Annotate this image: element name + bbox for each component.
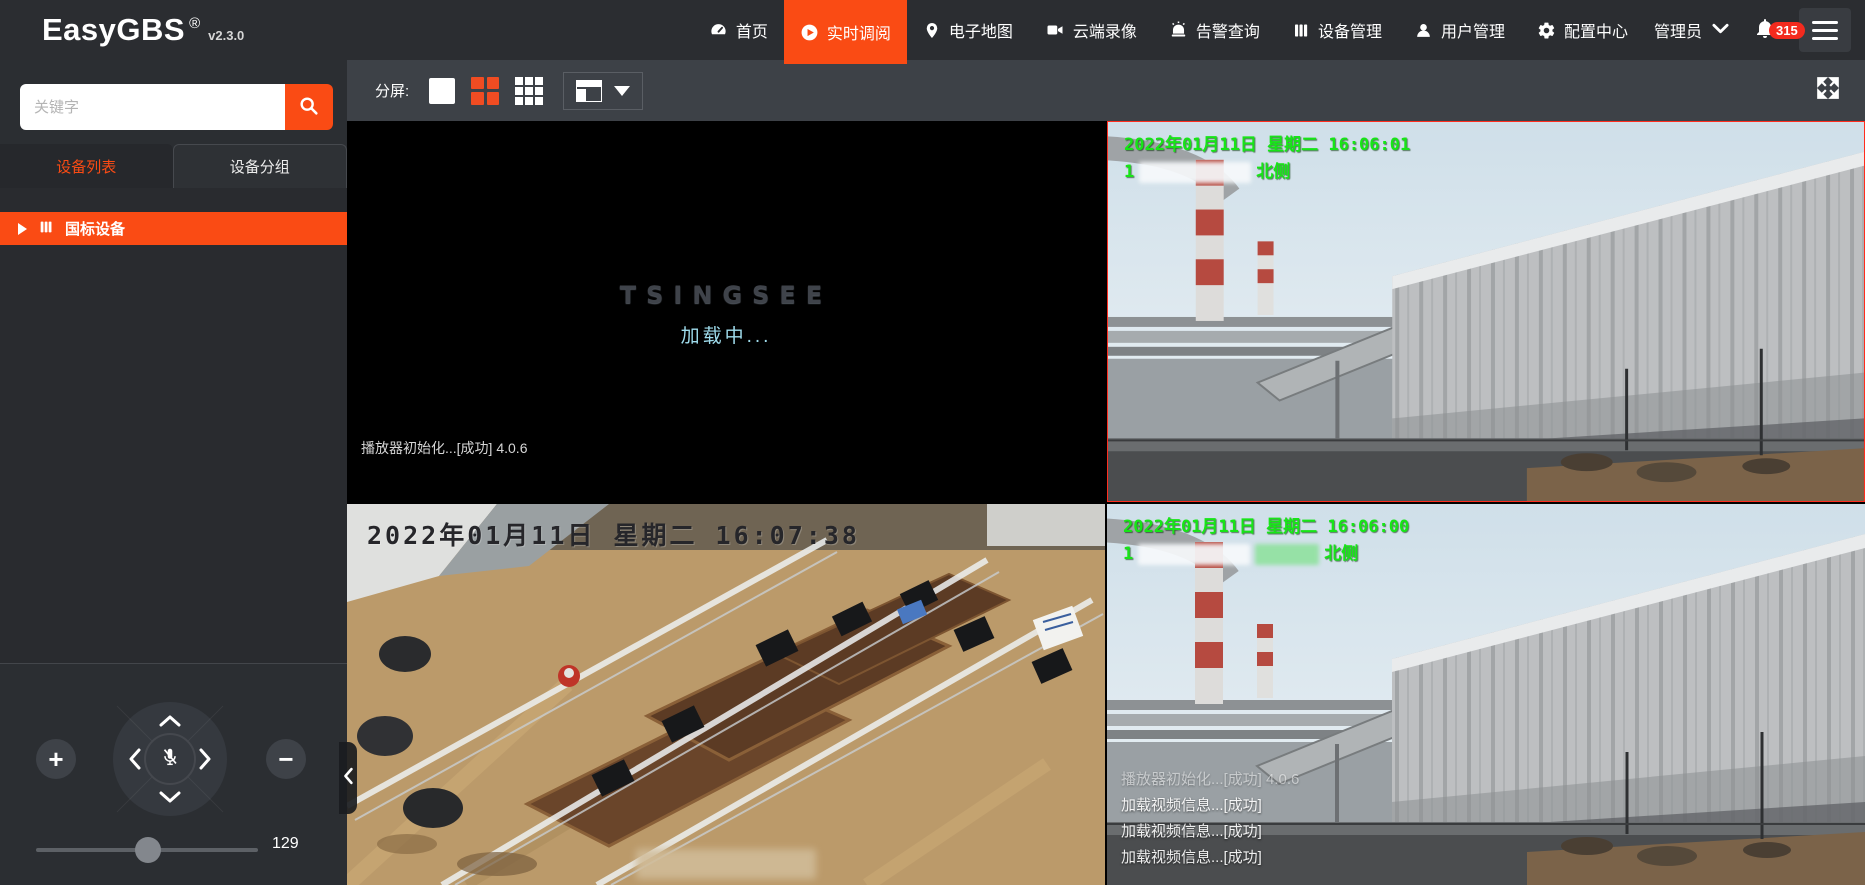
nav-item-user-management[interactable]: 用户管理 [1398, 0, 1521, 60]
nav-item-label: 电子地图 [949, 18, 1013, 42]
search-icon [298, 95, 320, 120]
nav-item-alarm-query[interactable]: 告警查询 [1153, 0, 1276, 60]
layout-custom-icon [576, 80, 602, 102]
notification-badge: 315 [1769, 22, 1805, 39]
app-logo: EasyGBS ® v2.3.0 [0, 12, 244, 48]
nav-item-label: 告警查询 [1196, 18, 1260, 42]
nav-item-config-center[interactable]: 配置中心 [1521, 0, 1644, 60]
tab-device-list[interactable]: 设备列表 [0, 144, 173, 188]
zoom-in-button[interactable]: + [36, 739, 76, 779]
tsingsee-logo: TSINGSEE [347, 281, 1105, 309]
device-group-icon [38, 219, 54, 239]
nav-item-label: 云端录像 [1073, 18, 1137, 42]
video-camera-icon [1045, 21, 1065, 39]
zoom-out-button[interactable]: − [266, 739, 306, 779]
censor-blur [1139, 162, 1251, 183]
device-tree: 国标设备 [0, 188, 347, 663]
main-area: 分屏: [347, 60, 1865, 885]
tab-device-group[interactable]: 设备分组 [173, 144, 348, 188]
nav-item-label: 设备管理 [1318, 18, 1382, 42]
video-toolbar: 分屏: [347, 60, 1865, 121]
layout-1-button[interactable] [429, 78, 455, 104]
chevron-down-icon [1712, 21, 1729, 39]
map-pin-icon [923, 21, 941, 40]
log-line: 加载视频信息...[成功] [1121, 819, 1299, 845]
search-input[interactable] [20, 84, 285, 130]
sidebar-tabs: 设备列表 设备分组 [0, 144, 347, 188]
layout-9-button[interactable] [515, 77, 543, 105]
nav-item-map[interactable]: 电子地图 [907, 0, 1029, 60]
osd-location: 1 北侧 [1123, 541, 1409, 568]
sidebar-collapse-button[interactable] [339, 742, 357, 814]
player-init-log: 播放器初始化...[成功] 4.0.6 [361, 438, 527, 458]
fullscreen-button[interactable] [1815, 75, 1841, 106]
registered-mark: ® [189, 15, 200, 32]
osd-location: 1 北侧 [1124, 159, 1410, 186]
nav-item-label: 实时调阅 [827, 20, 891, 44]
layout-4-button[interactable] [471, 77, 499, 105]
gear-icon [1537, 21, 1556, 40]
video-log-list: 播放器初始化...[成功] 4.0.6 加载视频信息...[成功] 加载视频信息… [1121, 767, 1299, 871]
user-menu-label: 管理员 [1654, 18, 1702, 42]
nav-item-label: 首页 [736, 18, 768, 42]
video-grid: TSINGSEE 加载中... 播放器初始化...[成功] 4.0.6 2022… [347, 121, 1865, 885]
nav-item-device-management[interactable]: 设备管理 [1276, 0, 1398, 60]
ptz-up-button[interactable] [159, 714, 181, 726]
notifications-button[interactable]: 315 [1747, 16, 1799, 45]
video-frame [347, 504, 1105, 885]
slider-thumb[interactable] [135, 837, 161, 863]
mic-mute-button[interactable] [144, 733, 196, 785]
device-sidebar: 设备列表 设备分组 国标设备 + [0, 60, 347, 885]
ptz-right-button[interactable] [200, 748, 212, 770]
loading-text: 加载中... [347, 321, 1105, 348]
nav-item-home[interactable]: 首页 [693, 0, 784, 60]
logo-text: EasyGBS [42, 12, 185, 48]
microphone-off-icon [159, 746, 181, 773]
osd-timestamp: 2022年01月11日 星期二 16:06:01 [1124, 132, 1410, 159]
app-version: v2.3.0 [208, 28, 244, 43]
easygbs-app: EasyGBS ® v2.3.0 首页 实时调阅 电子地图 [0, 0, 1865, 885]
layout-custom-dropdown[interactable] [563, 72, 643, 110]
log-line: 加载视频信息...[成功] [1121, 793, 1299, 819]
search-bar [20, 84, 333, 130]
search-button[interactable] [285, 84, 333, 130]
expand-icon [1815, 75, 1841, 106]
nav-menu: 首页 实时调阅 电子地图 云端录像 [693, 0, 1865, 60]
expand-caret-icon [18, 223, 27, 235]
nav-item-live-view[interactable]: 实时调阅 [784, 0, 907, 64]
split-screen-label: 分屏: [375, 80, 409, 101]
censor-blur [636, 849, 816, 879]
video-cell-2[interactable]: 2022年01月11日 星期二 16:06:01 1 北侧 [1107, 121, 1865, 502]
top-nav: EasyGBS ® v2.3.0 首页 实时调阅 电子地图 [0, 0, 1865, 60]
video-cell-1[interactable]: TSINGSEE 加载中... 播放器初始化...[成功] 4.0.6 [347, 121, 1105, 502]
osd-timestamp: 2022年01月11日 星期二 16:06:00 [1123, 514, 1409, 541]
dashboard-icon [709, 21, 728, 40]
tree-item-label: 国标设备 [65, 218, 125, 239]
video-cell-3[interactable]: 2022年01月11日 星期二 16:07:38 [347, 504, 1105, 885]
nav-item-label: 配置中心 [1564, 18, 1628, 42]
tree-item-gb-devices[interactable]: 国标设备 [0, 212, 347, 245]
ptz-speed-slider[interactable] [36, 842, 258, 858]
ptz-dpad [113, 702, 227, 816]
hamburger-menu-button[interactable] [1799, 8, 1851, 52]
osd-timestamp: 2022年01月11日 星期二 16:07:38 [367, 516, 860, 552]
ptz-panel: + [0, 663, 347, 885]
ptz-left-button[interactable] [128, 748, 140, 770]
user-icon [1414, 21, 1433, 40]
log-line: 播放器初始化...[成功] 4.0.6 [1121, 767, 1299, 793]
censor-blur [1138, 544, 1250, 565]
ptz-down-button[interactable] [159, 792, 181, 804]
video-cell-4[interactable]: 2022年01月11日 星期二 16:06:00 1 北侧 播放器初始化...[… [1107, 504, 1865, 885]
chevron-left-icon [342, 766, 354, 791]
device-icon [1292, 21, 1310, 40]
log-line: 加载视频信息...[成功] [1121, 845, 1299, 871]
dropdown-caret-icon [614, 86, 630, 96]
censor-blur-green [1255, 544, 1319, 565]
play-icon [800, 23, 819, 42]
user-menu[interactable]: 管理员 [1644, 18, 1747, 42]
nav-item-label: 用户管理 [1441, 18, 1505, 42]
slider-value: 129 [272, 835, 299, 853]
nav-item-cloud-recording[interactable]: 云端录像 [1029, 0, 1153, 60]
alarm-icon [1169, 21, 1188, 40]
